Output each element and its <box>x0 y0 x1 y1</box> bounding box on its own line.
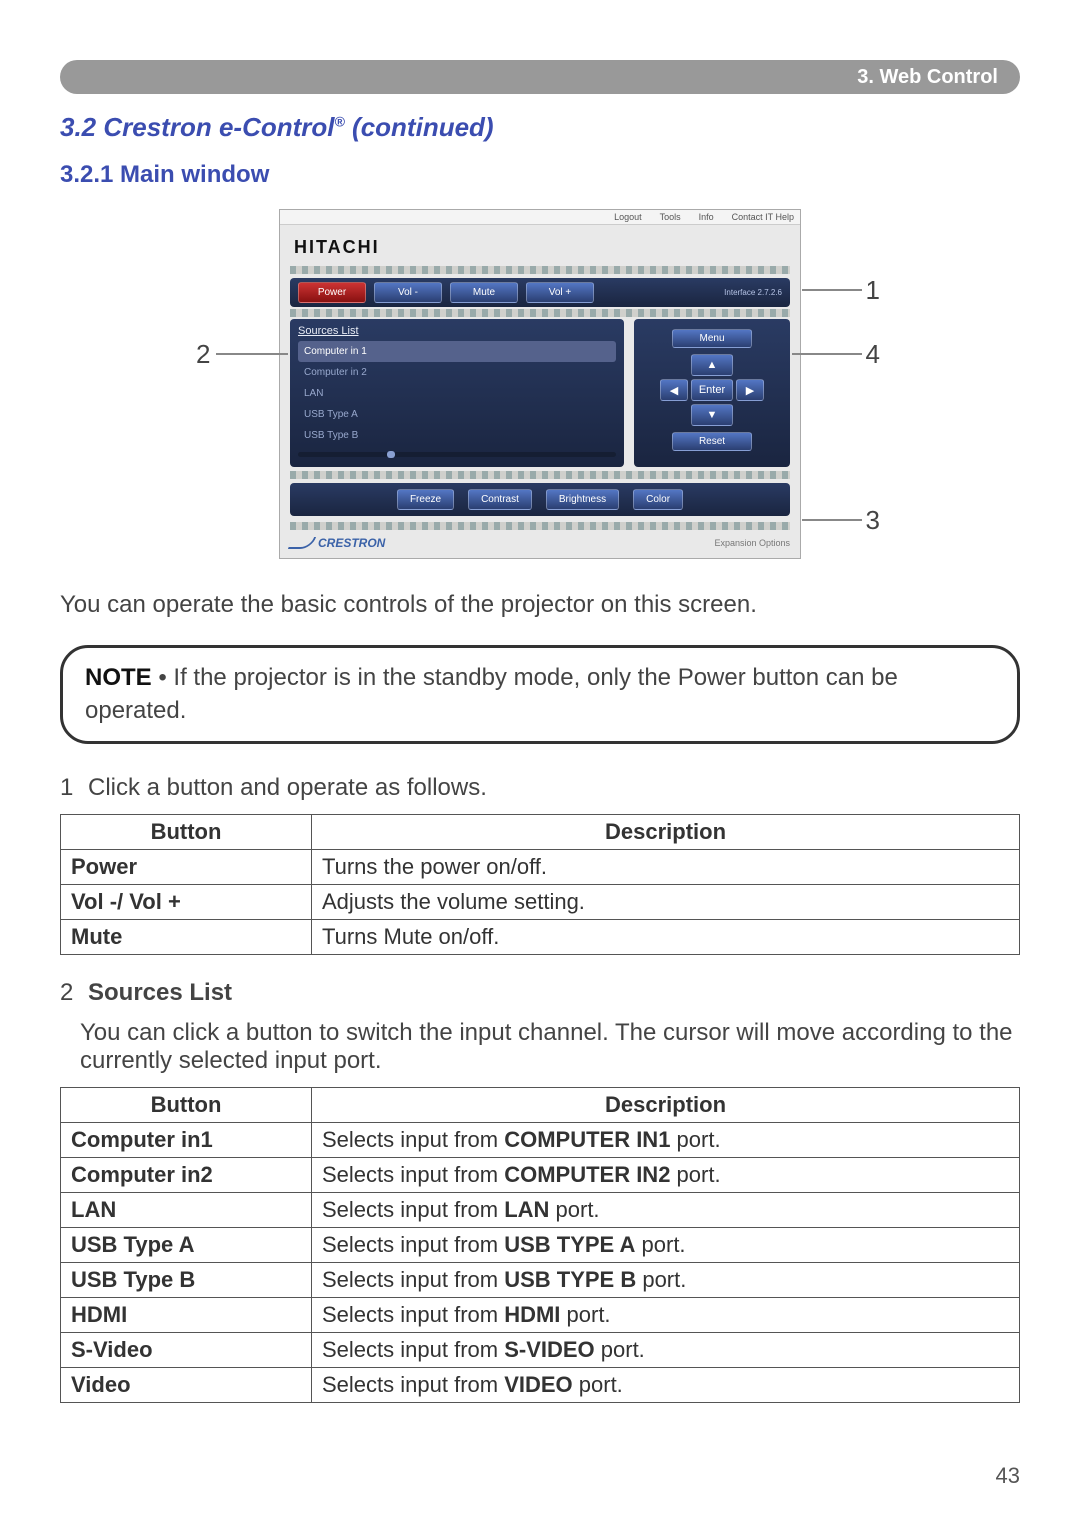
step-2-text: You can click a button to switch the inp… <box>80 1019 1020 1075</box>
nav-right-button[interactable]: ▶ <box>736 379 764 401</box>
intro-text: You can operate the basic controls of th… <box>60 589 1020 621</box>
color-button[interactable]: Color <box>633 489 683 510</box>
enter-button[interactable]: Enter <box>691 379 733 401</box>
reset-button[interactable]: Reset <box>672 432 752 451</box>
bottom-button-bar: Freeze Contrast Brightness Color <box>290 483 790 516</box>
step-1: 1 Click a button and operate as follows. <box>60 774 1020 802</box>
table-row: PowerTurns the power on/off. <box>61 850 1020 885</box>
table-header: Button <box>61 1088 312 1123</box>
source-item[interactable]: USB Type B <box>298 425 616 446</box>
interface-version: Interface 2.7.2.6 <box>724 288 782 297</box>
table-header: Description <box>312 815 1020 850</box>
note-label: NOTE <box>85 664 152 691</box>
brand-logo: HITACHI <box>280 225 800 264</box>
table-row: MuteTurns Mute on/off. <box>61 920 1020 955</box>
note-box: NOTE • If the projector is in the standb… <box>60 645 1020 744</box>
power-button[interactable]: Power <box>298 282 366 303</box>
sources-list: Sources List Computer in 1 Computer in 2… <box>290 319 624 467</box>
expansion-options-link[interactable]: Expansion Options <box>714 538 790 548</box>
nav-left-button[interactable]: ◀ <box>660 379 688 401</box>
table-header: Button <box>61 815 312 850</box>
subsection-title: 3.2.1 Main window <box>60 161 1020 189</box>
brightness-button[interactable]: Brightness <box>546 489 619 510</box>
source-item[interactable]: Computer in 1 <box>298 341 616 362</box>
table-row: Computer in1Selects input from COMPUTER … <box>61 1123 1020 1158</box>
step-2: 2 Sources List <box>60 979 1020 1007</box>
freeze-button[interactable]: Freeze <box>397 489 454 510</box>
page-number: 43 <box>60 1463 1020 1489</box>
table-row: USB Type ASelects input from USB TYPE A … <box>61 1228 1020 1263</box>
callout-2: 2 <box>196 339 210 370</box>
note-text: • If the projector is in the standby mod… <box>85 664 898 723</box>
table-row: USB Type BSelects input from USB TYPE B … <box>61 1263 1020 1298</box>
panel-tabs: Logout Tools Info Contact IT Help <box>280 210 800 225</box>
tab-contact[interactable]: Contact IT Help <box>732 212 794 222</box>
source-item[interactable]: Computer in 2 <box>298 362 616 383</box>
table-row: LANSelects input from LAN port. <box>61 1193 1020 1228</box>
crestron-logo: CRESTRON <box>290 536 385 550</box>
callout-3: 3 <box>866 505 880 536</box>
table-row: VideoSelects input from VIDEO port. <box>61 1368 1020 1403</box>
main-window-figure: 1 2 4 3 Logout Tools Info Contact IT Hel… <box>60 209 1020 559</box>
sources-title: Sources List <box>298 325 616 337</box>
breadcrumb-bar: 3. Web Control <box>60 60 1020 94</box>
table-row: Vol -/ Vol +Adjusts the volume setting. <box>61 885 1020 920</box>
mute-button[interactable]: Mute <box>450 282 518 303</box>
tab-info[interactable]: Info <box>699 212 714 222</box>
sources-scrollbar[interactable] <box>298 452 616 457</box>
contrast-button[interactable]: Contrast <box>468 489 532 510</box>
table-row: Computer in2Selects input from COMPUTER … <box>61 1158 1020 1193</box>
buttons-table-2: Button Description Computer in1Selects i… <box>60 1087 1020 1403</box>
nav-down-button[interactable]: ▼ <box>691 404 733 426</box>
breadcrumb: 3. Web Control <box>857 66 998 89</box>
vol-up-button[interactable]: Vol + <box>526 282 594 303</box>
tab-tools[interactable]: Tools <box>660 212 681 222</box>
table-row: S-VideoSelects input from S-VIDEO port. <box>61 1333 1020 1368</box>
source-item[interactable]: USB Type A <box>298 404 616 425</box>
callout-1: 1 <box>866 275 880 306</box>
menu-button[interactable]: Menu <box>672 329 752 348</box>
dpad-area: Menu ▲ ◀ Enter ▶ ▼ Reset <box>634 319 790 467</box>
crestron-panel: Logout Tools Info Contact IT Help HITACH… <box>279 209 801 559</box>
section-title: 3.2 Crestron e-Control® (continued) <box>60 112 1020 143</box>
buttons-table-1: Button Description PowerTurns the power … <box>60 814 1020 955</box>
tab-logout[interactable]: Logout <box>614 212 642 222</box>
table-header: Description <box>312 1088 1020 1123</box>
nav-up-button[interactable]: ▲ <box>691 354 733 376</box>
top-button-bar: Power Vol - Mute Vol + Interface 2.7.2.6 <box>290 278 790 307</box>
callout-4: 4 <box>866 339 880 370</box>
table-row: HDMISelects input from HDMI port. <box>61 1298 1020 1333</box>
source-item[interactable]: LAN <box>298 383 616 404</box>
vol-down-button[interactable]: Vol - <box>374 282 442 303</box>
panel-footer: CRESTRON Expansion Options <box>280 532 800 558</box>
